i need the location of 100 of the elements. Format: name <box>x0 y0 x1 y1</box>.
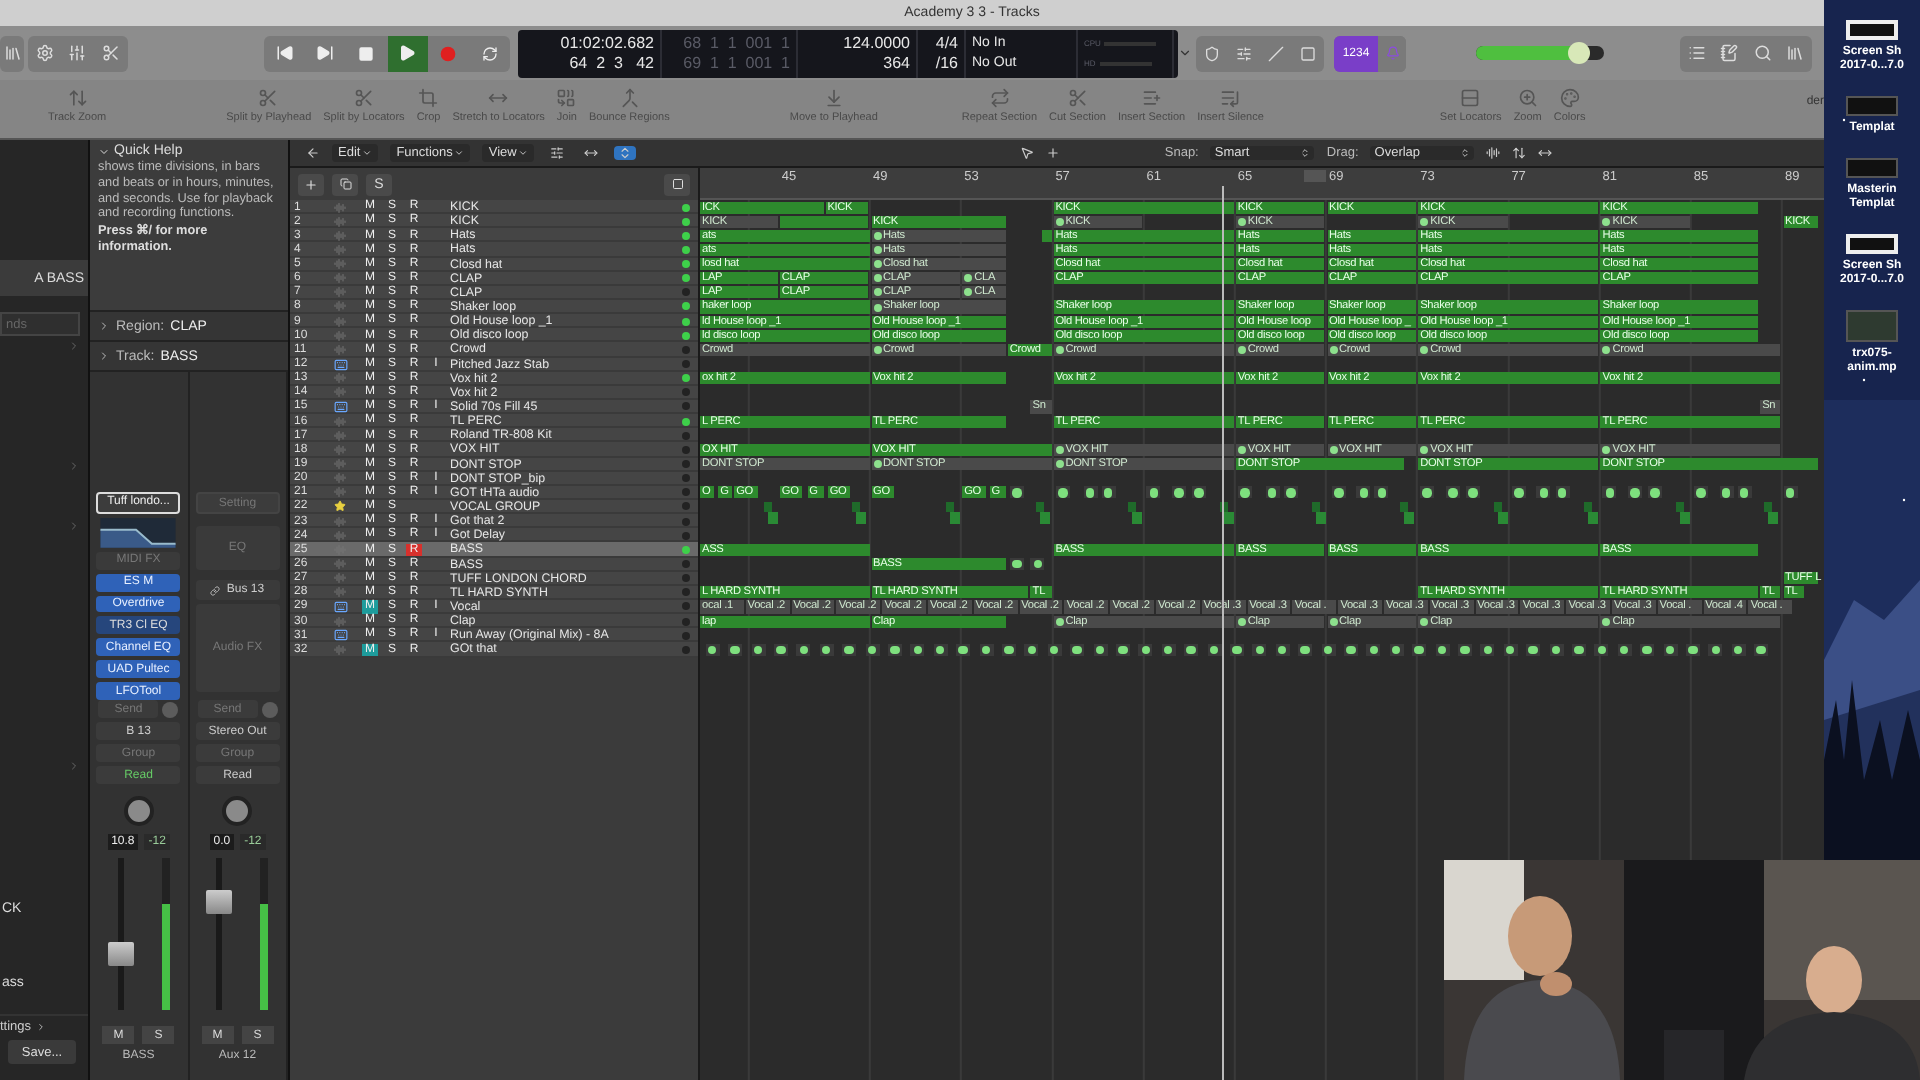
region[interactable] <box>1252 643 1267 656</box>
add-track-button[interactable] <box>298 173 324 195</box>
region[interactable] <box>1321 643 1335 656</box>
fader-thumb[interactable] <box>206 890 233 914</box>
volume-thumb[interactable] <box>1568 42 1591 64</box>
region[interactable] <box>1265 486 1280 499</box>
list-icon[interactable] <box>1687 44 1706 62</box>
region[interactable] <box>1192 486 1207 499</box>
duplicate-button[interactable] <box>332 173 358 195</box>
region[interactable] <box>1161 643 1176 656</box>
region[interactable] <box>1571 643 1586 656</box>
region[interactable] <box>1526 643 1541 656</box>
region[interactable] <box>1536 486 1551 499</box>
region[interactable] <box>1389 643 1404 656</box>
region[interactable] <box>1648 486 1663 499</box>
pan-knob[interactable] <box>222 796 253 826</box>
region[interactable] <box>1719 486 1734 499</box>
region[interactable] <box>910 643 925 656</box>
region[interactable] <box>1708 643 1723 656</box>
region[interactable] <box>1171 486 1186 499</box>
region[interactable] <box>1694 486 1709 499</box>
plus-icon[interactable] <box>1046 146 1061 160</box>
region[interactable] <box>1435 643 1449 656</box>
region[interactable] <box>1663 643 1677 656</box>
region[interactable] <box>1229 643 1244 656</box>
eq-curve-icon[interactable] <box>100 517 177 548</box>
region[interactable] <box>1093 643 1107 656</box>
region[interactable] <box>1640 643 1655 656</box>
region[interactable] <box>1083 486 1098 499</box>
region[interactable] <box>1737 486 1752 499</box>
flex-button[interactable] <box>580 146 603 160</box>
region[interactable] <box>1115 643 1130 656</box>
region[interactable] <box>1001 643 1016 656</box>
region[interactable] <box>1298 643 1313 656</box>
region[interactable] <box>819 643 834 656</box>
region[interactable] <box>1466 486 1481 499</box>
browser-icon[interactable] <box>1786 44 1805 62</box>
region[interactable] <box>1101 486 1116 499</box>
square-icon[interactable] <box>1300 45 1316 61</box>
pointer-icon[interactable] <box>1020 146 1035 160</box>
region[interactable] <box>1238 486 1253 499</box>
slash-icon[interactable] <box>1268 45 1284 61</box>
region[interactable] <box>1445 486 1460 499</box>
region[interactable] <box>1331 486 1346 499</box>
region[interactable] <box>933 643 948 656</box>
region[interactable] <box>1070 643 1085 656</box>
region[interactable] <box>796 643 811 656</box>
region[interactable] <box>751 643 765 656</box>
region[interactable] <box>1412 643 1427 656</box>
region[interactable] <box>1617 643 1632 656</box>
region[interactable] <box>1783 486 1797 499</box>
region[interactable] <box>1207 643 1221 656</box>
region[interactable] <box>1047 643 1062 656</box>
region[interactable] <box>705 643 720 656</box>
zoom-vertical-icon[interactable] <box>1512 146 1527 160</box>
region[interactable] <box>1594 643 1609 656</box>
region[interactable] <box>1503 643 1518 656</box>
chevron-icon[interactable] <box>1178 46 1192 60</box>
region[interactable] <box>1010 486 1025 499</box>
library-icon[interactable] <box>3 44 21 62</box>
region[interactable] <box>1356 486 1371 499</box>
region[interactable] <box>1627 486 1642 499</box>
catch-button[interactable] <box>614 146 637 160</box>
region[interactable] <box>1184 643 1199 656</box>
region[interactable] <box>956 643 971 656</box>
note-pad-icon[interactable] <box>1720 44 1739 62</box>
region[interactable] <box>1555 486 1569 499</box>
region[interactable] <box>1731 643 1746 656</box>
search-icon[interactable] <box>1753 44 1772 62</box>
region[interactable] <box>1549 643 1563 656</box>
sliders-icon[interactable] <box>1236 45 1252 61</box>
region[interactable] <box>1275 643 1290 656</box>
region[interactable] <box>1754 643 1769 656</box>
settings-icon[interactable] <box>35 44 54 62</box>
panel-button[interactable] <box>664 173 690 195</box>
region[interactable] <box>1343 643 1358 656</box>
region[interactable] <box>1366 643 1381 656</box>
master-volume-slider[interactable] <box>1476 46 1604 60</box>
region[interactable] <box>773 643 788 656</box>
pan-knob[interactable] <box>123 796 154 826</box>
region[interactable] <box>1511 486 1526 499</box>
region[interactable] <box>1010 558 1025 571</box>
region[interactable] <box>728 643 743 656</box>
region[interactable] <box>1055 486 1070 499</box>
region[interactable] <box>887 643 902 656</box>
region[interactable] <box>1030 558 1045 571</box>
region[interactable] <box>865 643 879 656</box>
region[interactable] <box>1457 643 1472 656</box>
transport-button[interactable] <box>387 35 428 71</box>
region[interactable] <box>1138 643 1153 656</box>
region[interactable] <box>842 643 857 656</box>
mixer-icon[interactable] <box>68 44 87 62</box>
region[interactable] <box>1374 486 1389 499</box>
region[interactable] <box>1024 643 1039 656</box>
waveform-icon[interactable] <box>1486 146 1501 160</box>
region[interactable] <box>1283 486 1298 499</box>
shield-icon[interactable] <box>1204 45 1220 61</box>
fader-thumb[interactable] <box>107 941 134 966</box>
region[interactable] <box>1146 486 1161 499</box>
region[interactable] <box>979 643 993 656</box>
